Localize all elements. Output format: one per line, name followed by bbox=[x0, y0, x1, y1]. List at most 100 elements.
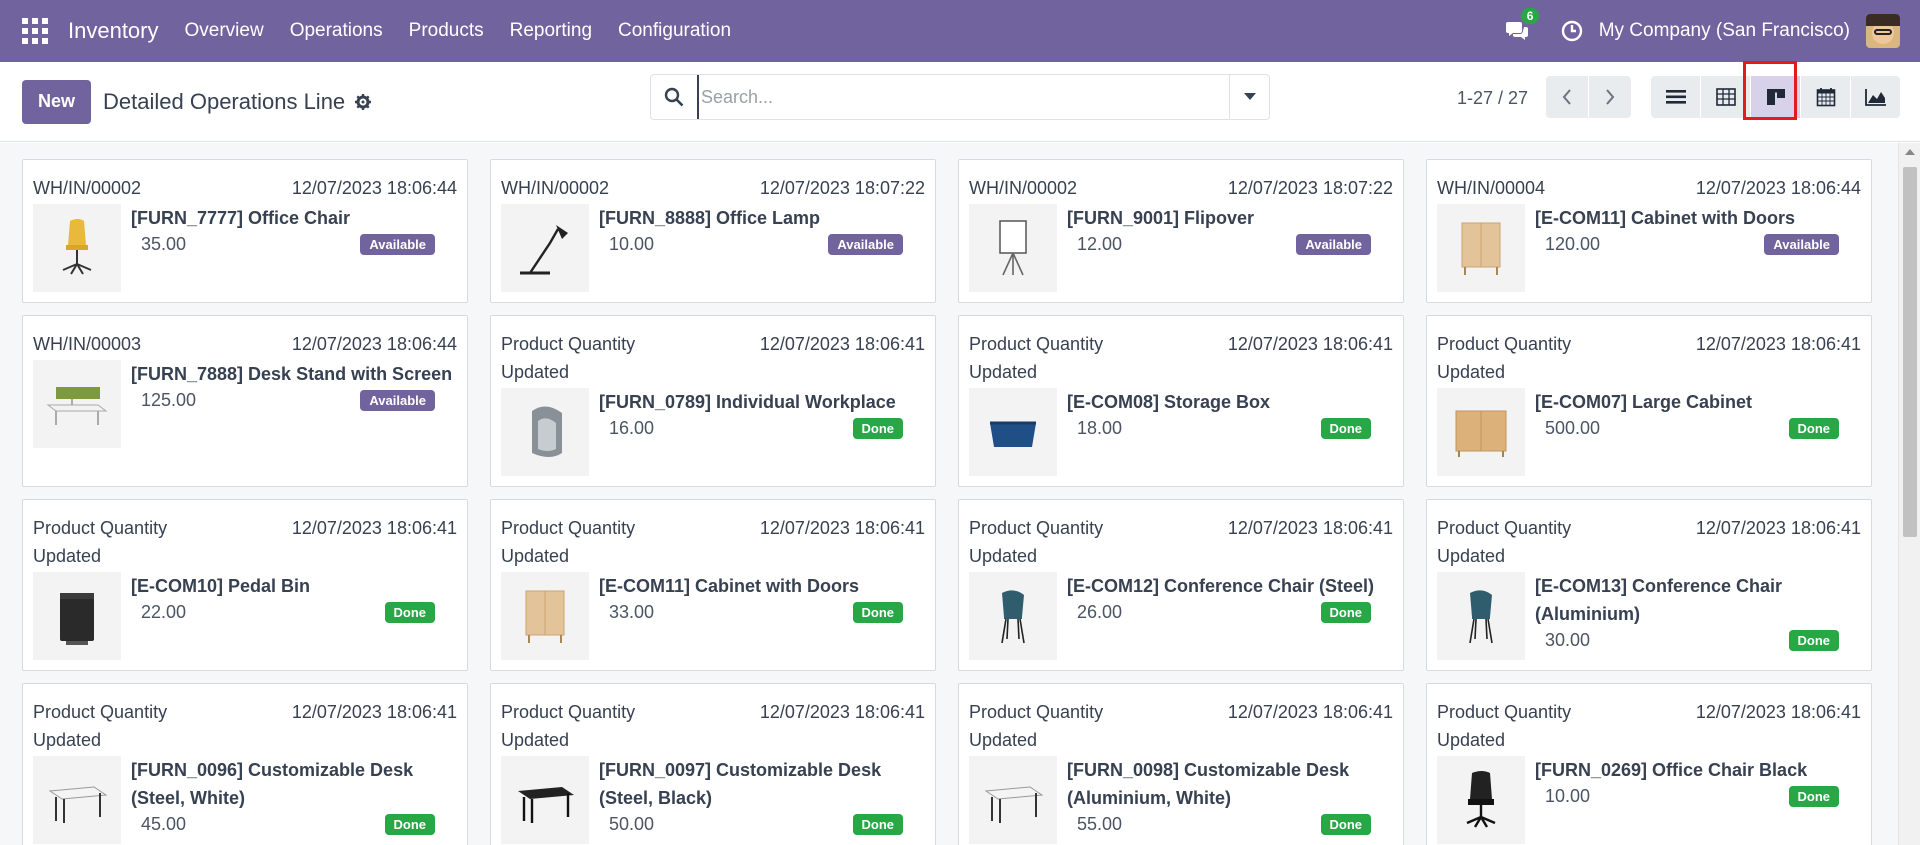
menu-products[interactable]: Products bbox=[409, 20, 484, 42]
app-name[interactable]: Inventory bbox=[68, 18, 159, 44]
product-name: [E-COM13] Conference Chair (Aluminium) bbox=[1535, 576, 1783, 624]
kanban-card[interactable]: WH/IN/00003 12/07/2023 18:06:44 [FURN_7888… bbox=[22, 315, 468, 487]
quantity-row: 18.00 Done bbox=[1067, 418, 1393, 439]
kanban-card[interactable]: WH/IN/00002 12/07/2023 18:06:44 [FURN_7777… bbox=[22, 159, 468, 303]
search-options-toggle[interactable] bbox=[1229, 75, 1269, 119]
card-reference: Product Quantity Updated bbox=[501, 702, 636, 750]
product-name: [FURN_0269] Office Chair Black bbox=[1535, 760, 1808, 780]
card-date: 12/07/2023 18:06:41 bbox=[291, 702, 457, 722]
quantity-row: 33.00 Done bbox=[599, 602, 925, 623]
card-info: [FURN_0097] Customizable Desk (Steel, Bl… bbox=[599, 756, 925, 844]
quantity-row: 35.00 Available bbox=[131, 234, 457, 255]
pager-previous-button[interactable] bbox=[1546, 76, 1588, 118]
card-body: [FURN_0098] Customizable Desk (Aluminium… bbox=[969, 756, 1393, 844]
card-header: Product Quantity Updated 12/07/2023 18:06… bbox=[969, 514, 1393, 570]
card-body: [FURN_9001] Flipover 12.00 Available bbox=[969, 204, 1393, 292]
card-header: Product Quantity Updated 12/07/2023 18:06… bbox=[1437, 330, 1861, 386]
quantity: 33.00 bbox=[609, 602, 655, 622]
card-header: Product Quantity Updated 12/07/2023 18:06… bbox=[969, 698, 1393, 754]
card-body: [FURN_8888] Office Lamp 10.00 Available bbox=[501, 204, 925, 292]
messages-count-badge: 6 bbox=[1520, 8, 1540, 24]
menu-configuration[interactable]: Configuration bbox=[618, 20, 731, 42]
card-body: [E-COM13] Conference Chair (Aluminium) 30… bbox=[1437, 572, 1861, 660]
card-body: [E-COM12] Conference Chair (Steel) 26.00 D… bbox=[969, 572, 1393, 660]
kanban-board: WH/IN/00002 12/07/2023 18:06:44 [FURN_7777… bbox=[0, 143, 1898, 845]
graph-view-button[interactable] bbox=[1851, 76, 1900, 118]
list-icon bbox=[1665, 90, 1686, 104]
kanban-card[interactable]: WH/IN/00002 12/07/2023 18:07:22 [FURN_9001… bbox=[958, 159, 1404, 303]
office-chair-black-icon bbox=[1437, 756, 1525, 844]
quantity: 10.00 bbox=[1545, 786, 1591, 806]
quantity-row: 30.00 Done bbox=[1535, 630, 1861, 651]
menu-overview[interactable]: Overview bbox=[185, 20, 264, 42]
search-input[interactable] bbox=[697, 75, 1229, 119]
card-date: 12/07/2023 18:06:41 bbox=[759, 518, 925, 538]
cabinet-icon bbox=[1437, 204, 1525, 292]
card-header: WH/IN/00002 12/07/2023 18:07:22 bbox=[969, 174, 1393, 202]
large-cabinet-icon bbox=[1437, 388, 1525, 476]
messages-button[interactable]: 6 bbox=[1505, 8, 1540, 42]
kanban-card[interactable]: WH/IN/00004 12/07/2023 18:06:44 [E-COM11] … bbox=[1426, 159, 1872, 303]
kanban-card[interactable]: Product Quantity Updated 12/07/2023 18:06… bbox=[958, 683, 1404, 845]
new-button[interactable]: New bbox=[22, 79, 92, 124]
kanban-card[interactable]: Product Quantity Updated 12/07/2023 18:06… bbox=[22, 683, 468, 845]
desk-black-icon bbox=[501, 756, 589, 844]
lamp-icon bbox=[501, 204, 589, 292]
calendar-view-button[interactable] bbox=[1801, 76, 1850, 118]
pager-value[interactable]: 1-27 / 27 bbox=[1457, 88, 1528, 109]
kanban-card[interactable]: WH/IN/00002 12/07/2023 18:07:22 [FURN_8888… bbox=[490, 159, 936, 303]
kanban-card[interactable]: Product Quantity Updated 12/07/2023 18:06… bbox=[958, 315, 1404, 487]
cabinet-icon bbox=[501, 572, 589, 660]
kanban-card[interactable]: Product Quantity Updated 12/07/2023 18:06… bbox=[490, 315, 936, 487]
area-chart-icon bbox=[1864, 89, 1886, 106]
card-header: WH/IN/00002 12/07/2023 18:07:22 bbox=[501, 174, 925, 202]
quantity: 45.00 bbox=[141, 814, 187, 834]
card-date: 12/07/2023 18:06:41 bbox=[1695, 702, 1861, 722]
workplace-icon bbox=[501, 388, 589, 476]
kanban-card[interactable]: Product Quantity Updated 12/07/2023 18:06… bbox=[1426, 683, 1872, 845]
vertical-scrollbar[interactable] bbox=[1898, 143, 1920, 845]
card-reference: Product Quantity Updated bbox=[1437, 702, 1572, 750]
card-header: Product Quantity Updated 12/07/2023 18:06… bbox=[501, 514, 925, 570]
kanban-card[interactable]: Product Quantity Updated 12/07/2023 18:06… bbox=[22, 499, 468, 671]
card-body: [E-COM11] Cabinet with Doors 33.00 Done bbox=[501, 572, 925, 660]
caret-down-icon bbox=[1243, 93, 1256, 100]
kanban-card[interactable]: Product Quantity Updated 12/07/2023 18:06… bbox=[490, 499, 936, 671]
status-badge: Available bbox=[360, 234, 435, 255]
activity-clock-icon[interactable] bbox=[1561, 20, 1583, 42]
user-avatar[interactable] bbox=[1866, 14, 1900, 48]
kanban-card[interactable]: Product Quantity Updated 12/07/2023 18:06… bbox=[490, 683, 936, 845]
company-switcher[interactable]: My Company (San Francisco) bbox=[1599, 20, 1850, 42]
card-reference: Product Quantity Updated bbox=[969, 518, 1104, 566]
quantity: 50.00 bbox=[609, 814, 655, 834]
search-bar bbox=[650, 74, 1270, 120]
list-view-button[interactable] bbox=[1651, 76, 1700, 118]
product-name: [FURN_7888] Desk Stand with Screen bbox=[131, 364, 453, 384]
scroll-thumb[interactable] bbox=[1903, 167, 1917, 537]
card-reference: WH/IN/00002 bbox=[33, 178, 142, 198]
apps-menu-icon[interactable] bbox=[22, 18, 48, 44]
kanban-card[interactable]: Product Quantity Updated 12/07/2023 18:06… bbox=[958, 499, 1404, 671]
card-info: [E-COM11] Cabinet with Doors 33.00 Done bbox=[599, 572, 925, 660]
card-date: 12/07/2023 18:06:41 bbox=[291, 518, 457, 538]
product-name: [FURN_7777] Office Chair bbox=[131, 208, 351, 228]
pager-next-button[interactable] bbox=[1589, 76, 1631, 118]
kanban-card[interactable]: Product Quantity Updated 12/07/2023 18:06… bbox=[1426, 315, 1872, 487]
product-name: [FURN_8888] Office Lamp bbox=[599, 208, 821, 228]
card-body: [FURN_0789] Individual Workplace 16.00 Don… bbox=[501, 388, 925, 476]
menu-reporting[interactable]: Reporting bbox=[510, 20, 592, 42]
scroll-up-arrow-icon[interactable] bbox=[1905, 149, 1915, 155]
card-reference: WH/IN/00002 bbox=[969, 178, 1078, 198]
kanban-card[interactable]: Product Quantity Updated 12/07/2023 18:06… bbox=[1426, 499, 1872, 671]
table-icon bbox=[1715, 88, 1736, 106]
quantity-row: 26.00 Done bbox=[1067, 602, 1393, 623]
chevron-left-icon bbox=[1562, 89, 1571, 105]
card-reference: Product Quantity Updated bbox=[33, 518, 168, 566]
menu-operations[interactable]: Operations bbox=[290, 20, 383, 42]
card-reference: WH/IN/00004 bbox=[1437, 178, 1546, 198]
card-info: [FURN_7777] Office Chair 35.00 Available bbox=[131, 204, 457, 292]
card-header: Product Quantity Updated 12/07/2023 18:06… bbox=[501, 698, 925, 754]
card-info: [E-COM10] Pedal Bin 22.00 Done bbox=[131, 572, 457, 660]
product-name: [E-COM07] Large Cabinet bbox=[1535, 392, 1753, 412]
gear-icon[interactable] bbox=[355, 93, 372, 110]
